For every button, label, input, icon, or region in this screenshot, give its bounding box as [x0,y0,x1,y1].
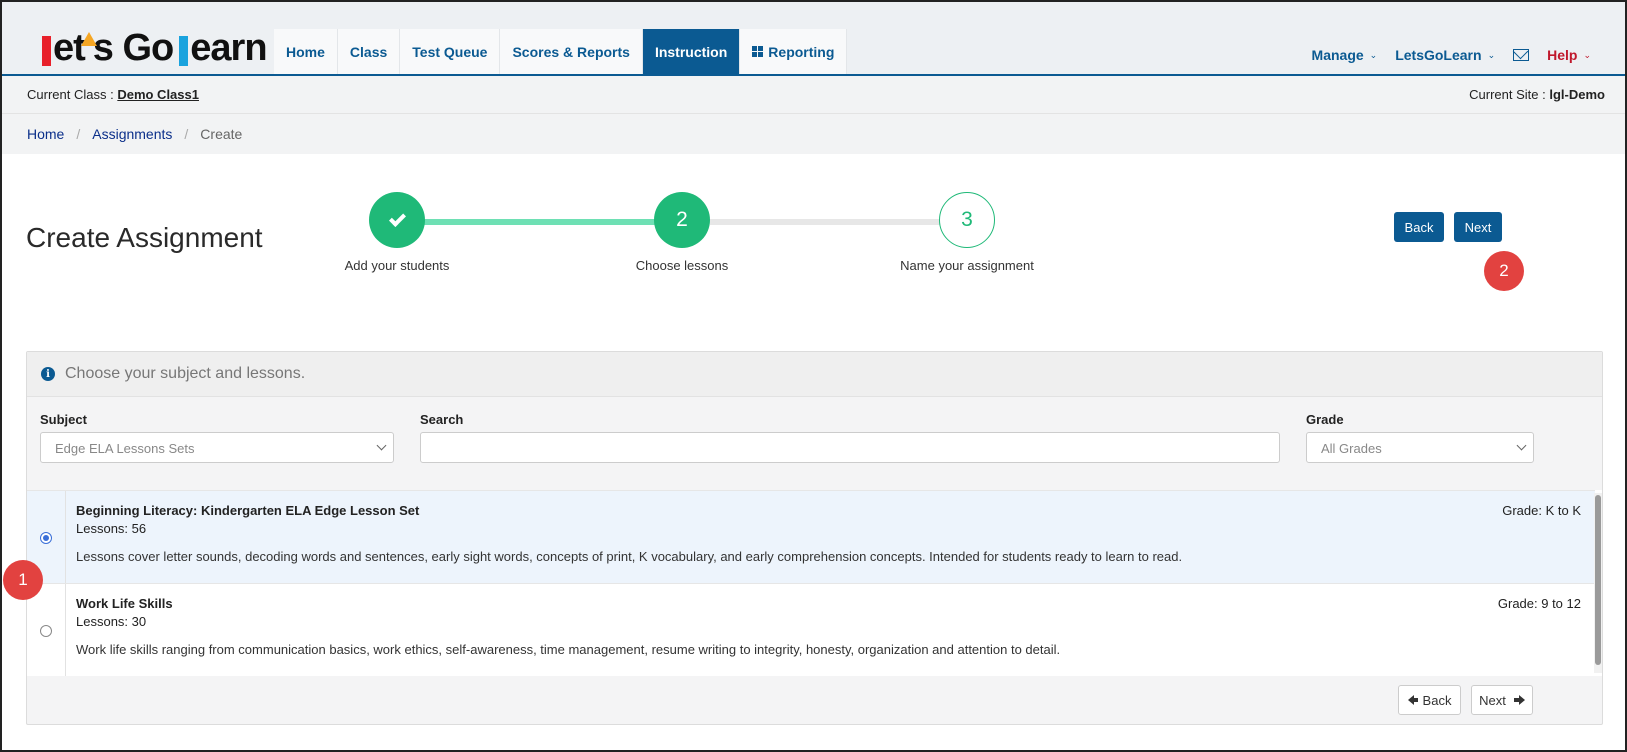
current-site: Current Site : lgl-Demo [1469,87,1605,102]
lesson-count: Lessons: 30 [76,614,147,629]
current-site-label: Current Site : [1469,87,1546,102]
panel-heading: i Choose your subject and lessons. [27,352,1602,397]
grade-range: Grade: K to K [1502,503,1581,518]
current-class-label: Current Class : [27,87,114,102]
main-nav-tabs: Home Class Test Queue Scores & Reports I… [274,29,848,74]
search-input[interactable] [420,432,1280,463]
chevron-down-icon: ⌄ [1369,49,1378,60]
nav-tab-label: Test Queue [412,43,488,60]
manage-label: Manage [1311,47,1364,63]
logo-mark-triangle [80,32,97,46]
list-item[interactable]: Work Life Skills Lessons: 30 Work life s… [27,583,1595,676]
footer-back-label: Back [1422,692,1452,708]
lesson-set-title: Work Life Skills [76,596,173,611]
nav-tab-label: Scores & Reports [512,43,630,60]
nav-tab-label: Class [349,43,388,60]
account-dropdown[interactable]: LetsGoLearn ⌄ [1395,47,1495,63]
help-label: Help [1547,47,1578,63]
logo-mark-red [42,36,51,66]
grade-range: Grade: 9 to 12 [1497,596,1581,611]
nav-tab-reporting[interactable]: Reporting [740,29,848,74]
next-button[interactable]: Next [1454,212,1502,242]
nav-tab-label: Reporting [768,43,835,60]
lesson-set-description: Work life skills ranging from communicat… [76,642,1061,657]
check-icon [388,209,406,227]
lesson-selection-panel: i Choose your subject and lessons. Subje… [26,351,1603,725]
subject-select[interactable]: Edge ELA Lessons Sets [40,432,394,463]
nav-tab-home[interactable]: Home [274,29,338,74]
step-connector-complete [424,219,656,225]
grade-select[interactable]: All Grades [1306,432,1534,463]
breadcrumb: Home / Assignments / Create [0,114,1627,154]
chevron-down-icon [376,440,387,451]
lesson-set-radio[interactable] [40,625,52,637]
lesson-set-radio[interactable] [40,532,52,544]
breadcrumb-current: Create [200,126,243,142]
footer-next-label: Next [1479,692,1506,708]
chevron-down-icon [1516,440,1527,451]
nav-tab-test-queue[interactable]: Test Queue [400,29,501,74]
help-dropdown[interactable]: Help ⌄ [1547,47,1591,63]
step-1-label: Add your students [344,258,450,273]
current-class-link[interactable]: Demo Class1 [117,87,199,102]
scrollbar-thumb[interactable] [1595,495,1601,665]
envelope-icon [1513,49,1530,61]
step-1-circle [369,192,425,248]
subject-select-value: Edge ELA Lessons Sets [55,441,195,456]
lesson-set-title: Beginning Literacy: Kindergarten ELA Edg… [76,503,420,518]
messages-button[interactable] [1513,49,1530,61]
list-scrollbar[interactable] [1594,493,1602,673]
logo-mark-blue [179,36,189,66]
nav-tab-label: Instruction [654,43,728,60]
chevron-down-icon: ⌄ [1487,49,1496,60]
grade-label: Grade [1306,412,1344,427]
back-button[interactable]: Back [1394,212,1444,242]
breadcrumb-assignments[interactable]: Assignments [92,126,172,142]
subject-label: Subject [40,412,87,427]
step-2-label: Choose lessons [635,258,729,273]
top-navbar: et s Go earn Home Class Test Queue Scores … [0,0,1627,76]
page-title: Create Assignment [26,222,263,253]
panel-heading-text: Choose your subject and lessons. [65,365,306,382]
annotation-badge-1: 1 [3,560,43,600]
grid-icon [752,46,764,57]
step-2-number: 2 [676,208,688,231]
chevron-down-icon: ⌄ [1583,49,1591,60]
lesson-set-list: Beginning Literacy: Kindergarten ELA Edg… [27,490,1602,676]
grade-select-value: All Grades [1321,441,1382,456]
step-3-number: 3 [961,208,973,231]
annotation-badge-2: 2 [1484,251,1524,291]
step-3-circle: 3 [939,192,995,248]
account-label: LetsGoLearn [1395,47,1482,63]
nav-tab-label: Home [286,43,325,60]
footer-back-button[interactable]: Back [1398,685,1461,715]
nav-tab-instruction[interactable]: Instruction [642,29,741,74]
class-info-bar: Current Class : Demo Class1 Current Site… [0,76,1627,114]
lesson-set-description: Lessons cover letter sounds, decoding wo… [76,549,1183,564]
current-class: Current Class : Demo Class1 [27,87,199,102]
step-connector-pending [710,219,942,225]
info-icon: i [41,367,55,381]
user-nav: Manage ⌄ LetsGoLearn ⌄ Help ⌄ [1294,47,1591,63]
arrow-right-icon [1513,695,1525,705]
search-label: Search [420,412,464,427]
logo[interactable]: et s Go earn [42,29,268,67]
breadcrumb-home[interactable]: Home [27,126,64,142]
list-item[interactable]: Beginning Literacy: Kindergarten ELA Edg… [27,490,1595,583]
lesson-count: Lessons: 56 [76,521,147,536]
nav-tab-class[interactable]: Class [337,29,401,74]
footer-next-button[interactable]: Next [1471,685,1533,715]
manage-dropdown[interactable]: Manage ⌄ [1312,47,1378,63]
step-2-circle: 2 [654,192,710,248]
nav-tab-scores-reports[interactable]: Scores & Reports [500,29,643,74]
step-3-label: Name your assignment [900,258,1034,273]
current-site-value: lgl-Demo [1549,87,1605,102]
arrow-left-icon [1407,695,1418,705]
